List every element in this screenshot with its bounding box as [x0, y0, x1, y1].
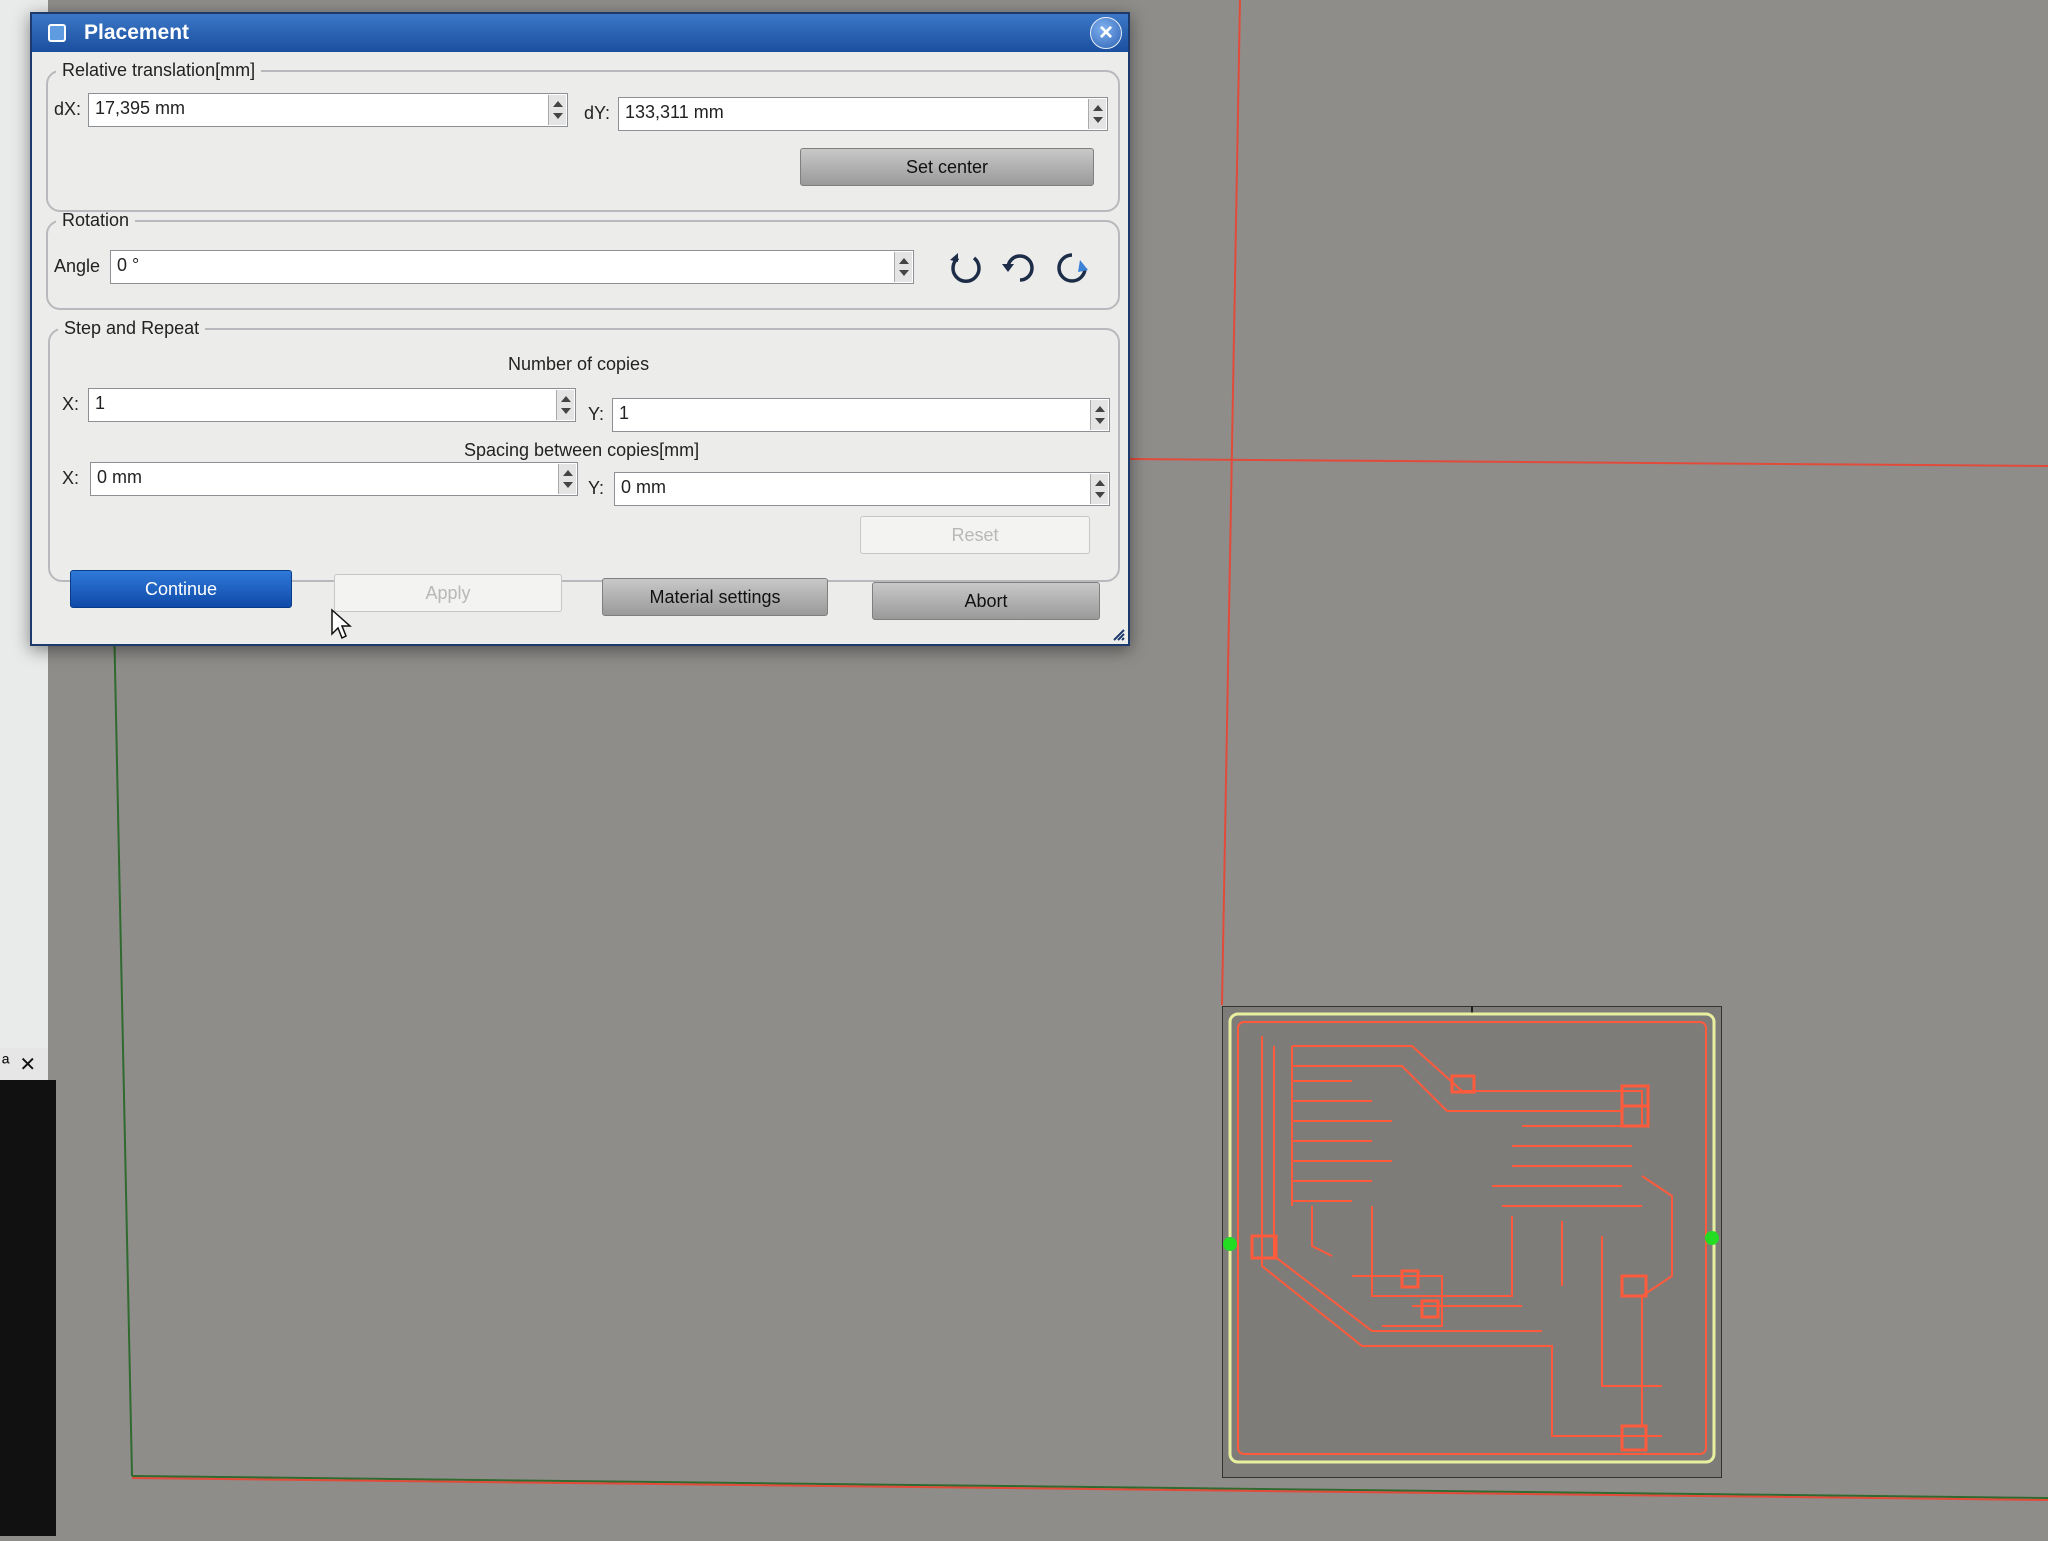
pcb-left-handle — [1223, 1237, 1237, 1251]
work-area-bottom-edge-red — [131, 1477, 2048, 1501]
translation-group: Relative translation[mm] — [46, 60, 1120, 212]
dy-spinner[interactable] — [1088, 99, 1106, 129]
pcb-layout-preview[interactable] — [1222, 1006, 1722, 1478]
spacing-x-spinner[interactable] — [558, 464, 576, 494]
rotate-ccw-icon[interactable] — [948, 250, 984, 286]
dx-spinner[interactable] — [548, 95, 566, 125]
close-icon: × — [1098, 19, 1113, 46]
spacing-y-value: 0 mm — [621, 477, 666, 497]
copies-x-label: X: — [62, 394, 80, 414]
close-button[interactable]: × — [1090, 17, 1122, 49]
spacing-x-input[interactable]: 0 mm — [90, 462, 578, 496]
resize-grip-icon[interactable] — [1112, 628, 1126, 642]
work-area-bottom-edge-green — [131, 1475, 2048, 1499]
copies-x-spinner[interactable] — [556, 390, 574, 420]
horizontal-guide-line — [1127, 458, 2048, 467]
angle-value: 0 ° — [117, 255, 140, 275]
dy-input[interactable]: 133,311 mm — [618, 97, 1108, 131]
copies-x-input[interactable]: 1 — [88, 388, 576, 422]
spacing-y-label: Y: — [588, 478, 605, 498]
rotate-180-icon[interactable] — [1002, 250, 1038, 286]
dx-value: 17,395 mm — [95, 98, 186, 118]
dock-close-icon[interactable]: ✕ — [19, 1052, 36, 1077]
set-center-button[interactable]: Set center — [800, 148, 1094, 186]
dock-pin-icon[interactable]: ª — [2, 1053, 9, 1076]
copies-heading: Number of copies — [508, 354, 650, 374]
reset-button[interactable]: Reset — [860, 516, 1090, 554]
angle-label: Angle — [54, 256, 101, 276]
pcb-right-handle — [1705, 1231, 1719, 1245]
spacing-heading: Spacing between copies[mm] — [464, 440, 700, 460]
dialog-title: Placement — [84, 21, 190, 44]
vertical-guide-line — [1221, 0, 1241, 1006]
copies-y-value: 1 — [619, 403, 630, 423]
left-dark-panel — [0, 1080, 56, 1536]
dy-label: dY: — [584, 103, 611, 123]
material-settings-button[interactable]: Material settings — [602, 578, 828, 616]
dx-input[interactable]: 17,395 mm — [88, 93, 568, 127]
spacing-x-label: X: — [62, 468, 80, 488]
copies-y-spinner[interactable] — [1090, 400, 1108, 430]
dy-value: 133,311 mm — [625, 102, 724, 122]
dx-label: dX: — [54, 99, 82, 119]
step-repeat-legend: Step and Repeat — [64, 318, 200, 338]
placement-dialog: Placement × Relative translation[mm] dX:… — [30, 12, 1130, 646]
dock-header: ª ✕ — [0, 1048, 48, 1080]
mouse-pointer-icon — [331, 608, 352, 640]
rotation-legend: Rotation — [62, 210, 130, 230]
spacing-x-value: 0 mm — [97, 467, 142, 487]
angle-input[interactable]: 0 ° — [110, 250, 914, 284]
translation-legend: Relative translation[mm] — [62, 60, 256, 80]
rotate-cw-icon[interactable] — [1054, 250, 1090, 286]
apply-button[interactable]: Apply — [334, 574, 562, 612]
continue-button[interactable]: Continue — [70, 570, 292, 608]
spacing-y-spinner[interactable] — [1090, 474, 1108, 504]
window-icon — [48, 24, 66, 42]
copies-y-input[interactable]: 1 — [612, 398, 1110, 432]
copies-y-label: Y: — [588, 404, 605, 424]
work-area-left-edge — [113, 619, 133, 1477]
spacing-y-input[interactable]: 0 mm — [614, 472, 1110, 506]
abort-button[interactable]: Abort — [872, 582, 1100, 620]
copies-x-value: 1 — [95, 393, 106, 413]
dialog-title-bar[interactable]: Placement × — [32, 14, 1128, 52]
angle-spinner[interactable] — [894, 252, 912, 282]
